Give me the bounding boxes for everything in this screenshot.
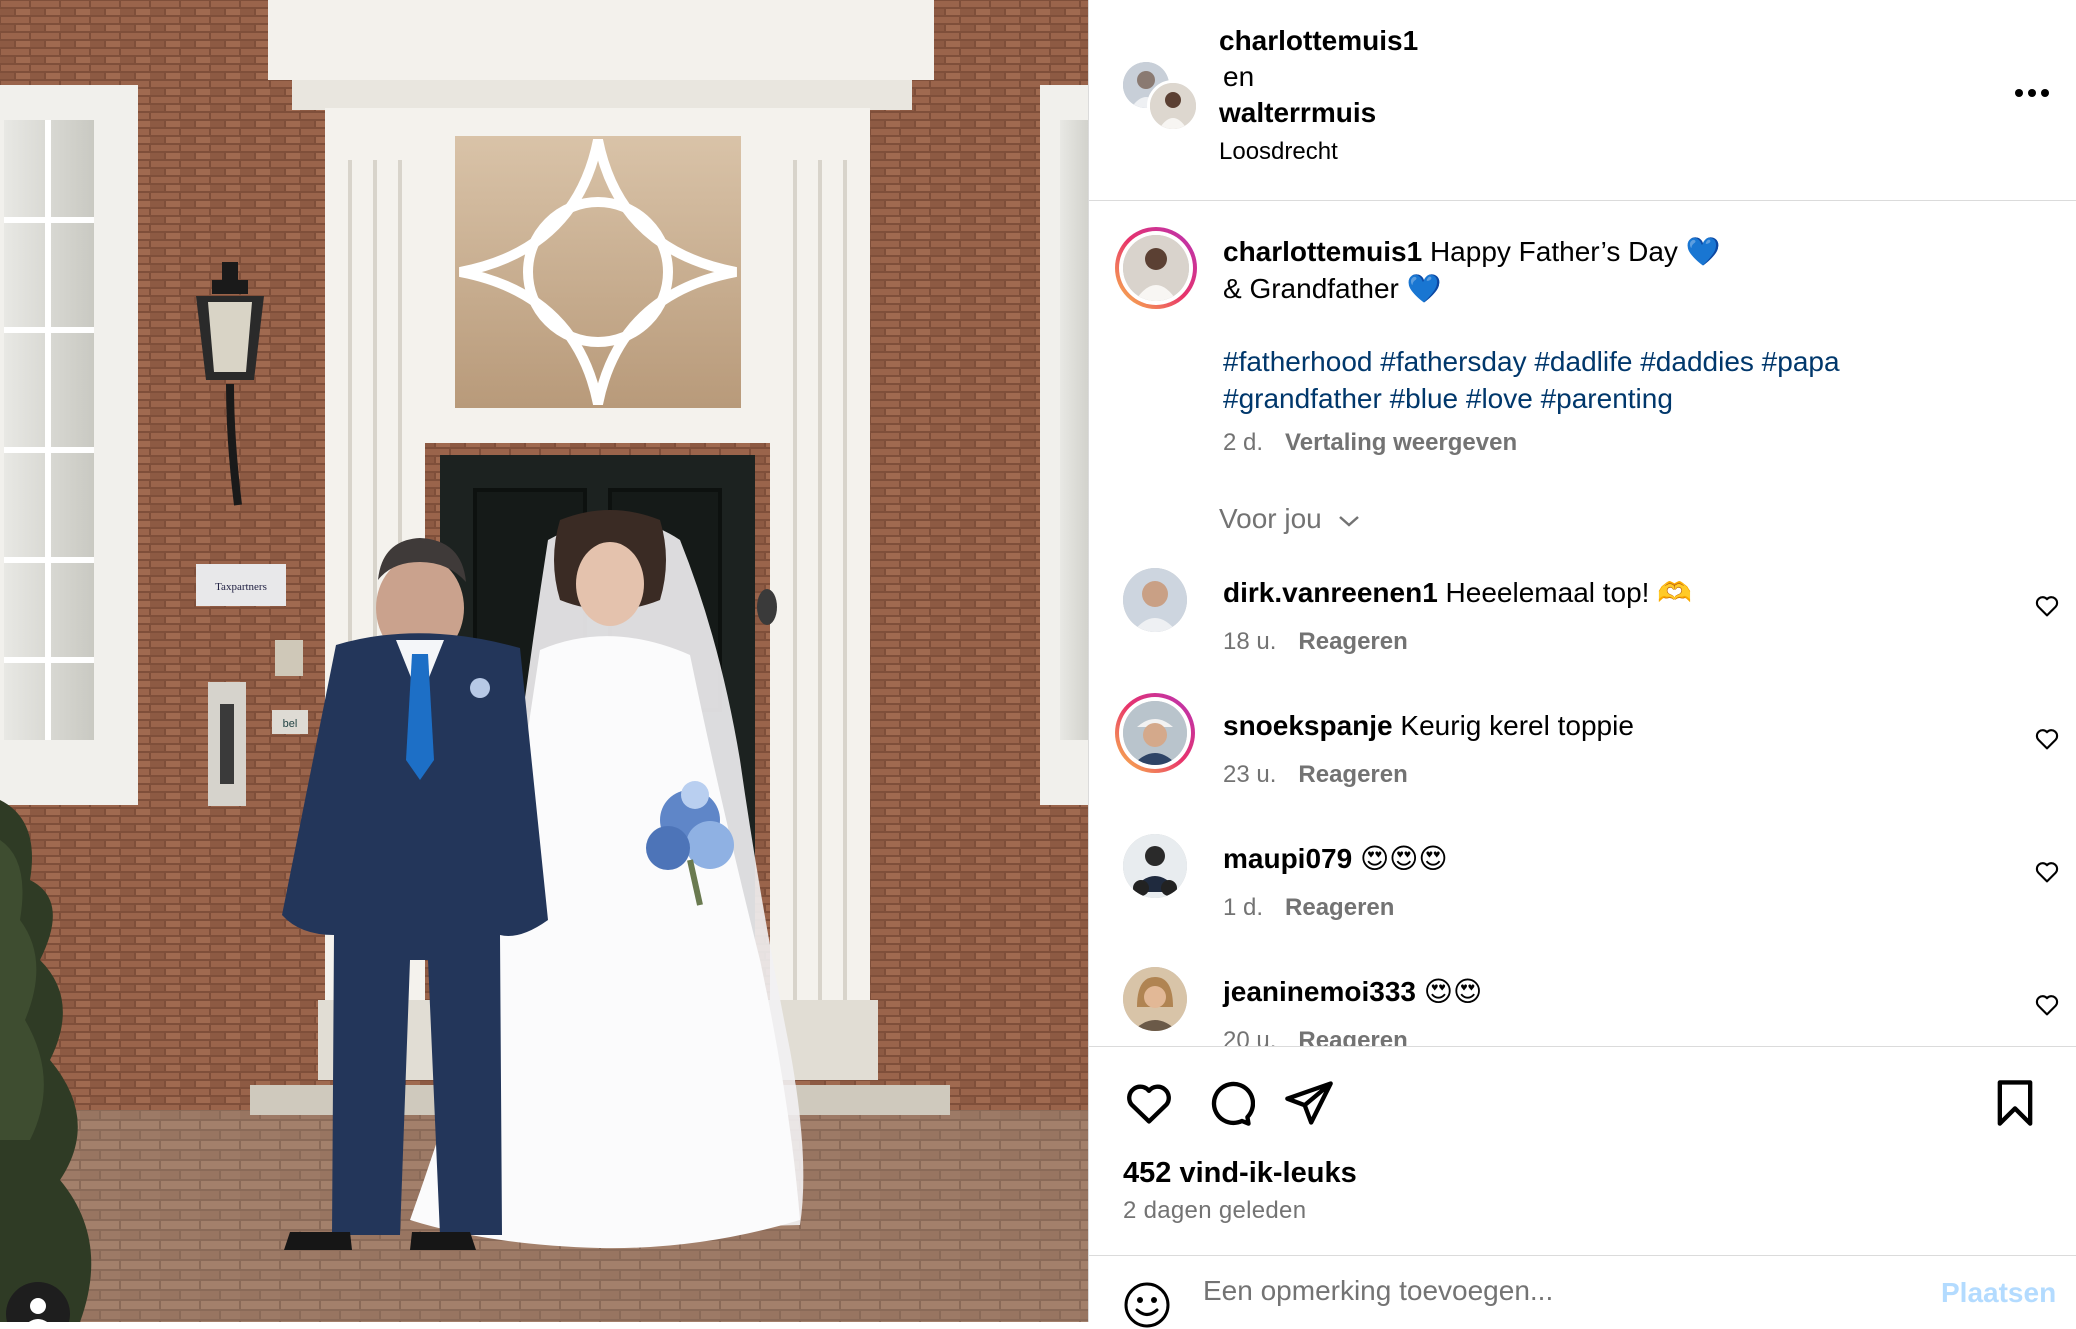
user-tag-icon[interactable] <box>6 1282 70 1322</box>
comment-age: 18 u. <box>1223 628 1277 655</box>
bell-label: bel <box>283 718 298 730</box>
profile-photo-icon <box>1123 568 1187 632</box>
author-username[interactable]: charlottemuis1 <box>1219 25 1418 56</box>
caption-age: 2 d. <box>1223 429 1264 456</box>
post-comment-button[interactable]: Plaatsen <box>1941 1277 2056 1309</box>
reply-button[interactable]: Reageren <box>1285 894 1394 921</box>
comments-scroll-area[interactable]: charlottemuis1 Happy Father’s Day 💙 & Gr… <box>1089 201 2076 1046</box>
comment-filter-dropdown[interactable]: Voor jou <box>1219 503 1360 535</box>
profile-photo-icon <box>1150 83 1196 129</box>
coauthor-username[interactable]: walterrmuis <box>1219 97 1376 128</box>
commenter-username[interactable]: dirk.vanreenen1 <box>1223 577 1438 608</box>
post-header: charlottemuis1 en walterrmuis Loosdrecht <box>1089 0 2076 201</box>
comment-item: maupi079 😍😍😍 1 d. Reageren <box>1089 834 2076 966</box>
coauthor-avatar[interactable] <box>1147 80 1199 132</box>
commenter-username[interactable]: jeaninemoi333 <box>1223 976 1416 1007</box>
comment-item: dirk.vanreenen1 Heeelemaal top! 🫶 18 u. R… <box>1089 568 2076 700</box>
comment-age: 23 u. <box>1223 761 1277 788</box>
hashtag-link[interactable]: #blue <box>1390 383 1459 414</box>
profile-photo-icon <box>1123 834 1187 898</box>
commenter-avatar[interactable] <box>1123 834 1187 898</box>
heart-icon[interactable] <box>2033 725 2061 753</box>
comment-text: 😍😍 <box>1415 976 1483 1007</box>
bookmark-icon[interactable] <box>1989 1077 2041 1129</box>
translate-button[interactable]: Vertaling weergeven <box>1285 429 1517 456</box>
hashtags-line1: #fatherhood #fathersday #dadlife #daddie… <box>1223 343 2023 380</box>
hashtags-line2: #grandfather #blue #love #parenting <box>1223 380 2023 417</box>
author-joiner: en <box>1223 61 1255 92</box>
heart-icon[interactable] <box>2033 592 2061 620</box>
post-location[interactable]: Loosdrecht <box>1219 138 1338 165</box>
chevron-down-icon <box>1338 515 1359 527</box>
comment-input[interactable] <box>1201 1265 1905 1317</box>
commenter-avatar[interactable] <box>1123 967 1187 1031</box>
commenter-avatar-ring[interactable] <box>1115 693 1195 773</box>
commenter-avatar <box>1123 701 1187 765</box>
caption-meta: 2 d. Vertaling weergeven <box>1223 429 1517 457</box>
hashtag-link[interactable]: #parenting <box>1541 383 1673 414</box>
person-icon <box>29 1298 47 1322</box>
add-comment-form: Plaatsen <box>1089 1255 2076 1328</box>
post-date[interactable]: 2 dagen geleden <box>1123 1197 1306 1225</box>
wedding-photo-illustration: Taxpartners bel <box>0 0 1088 1322</box>
heart-icon[interactable] <box>2033 858 2061 886</box>
caption-text-line1: Happy Father’s Day 💙 <box>1422 236 1721 267</box>
reply-button[interactable]: Reageren <box>1298 628 1407 655</box>
hashtag-link[interactable]: #love <box>1466 383 1533 414</box>
caption-username[interactable]: charlottemuis1 <box>1223 236 1422 267</box>
commenter-username[interactable]: snoekspanje <box>1223 710 1393 741</box>
hashtag-link[interactable]: #daddies <box>1640 346 1754 377</box>
hashtag-link[interactable]: #papa <box>1762 346 1840 377</box>
post-photo[interactable]: Taxpartners bel <box>0 0 1088 1322</box>
comment-item: snoekspanje Keurig kerel toppie 23 u. Rea… <box>1089 693 2076 833</box>
caption-avatar <box>1123 235 1189 301</box>
hashtag-link[interactable]: #fatherhood <box>1223 346 1372 377</box>
wall-sign: Taxpartners <box>215 581 267 593</box>
caption-text-line2: & Grandfather 💙 <box>1223 273 1442 304</box>
comment-text: Heeelemaal top! 🫶 <box>1437 577 1693 608</box>
reply-button[interactable]: Reageren <box>1298 1027 1407 1046</box>
profile-photo-icon <box>1123 701 1187 765</box>
comment-text: Keurig kerel toppie <box>1392 710 1634 741</box>
profile-photo-icon <box>1123 235 1189 301</box>
hashtag-link[interactable]: #fathersday <box>1380 346 1526 377</box>
post-actions-bar: 452 vind-ik-leuks 2 dagen geleden <box>1089 1046 2076 1256</box>
comment-item: jeaninemoi333 😍😍 20 u. Reageren <box>1089 967 2076 1046</box>
comment-filter-label: Voor jou <box>1219 503 1322 534</box>
comment-age: 1 d. <box>1223 894 1264 921</box>
likes-count[interactable]: 452 vind-ik-leuks <box>1123 1157 1357 1190</box>
hashtag-link[interactable]: #dadlife <box>1534 346 1632 377</box>
caption: charlottemuis1 Happy Father’s Day 💙 & Gr… <box>1223 233 2023 417</box>
heart-icon[interactable] <box>2033 991 2061 1019</box>
comment-text: 😍😍😍 <box>1352 843 1448 874</box>
send-icon[interactable] <box>1283 1077 1335 1129</box>
more-horizontal-icon[interactable] <box>2014 86 2050 100</box>
caption-avatar-ring[interactable] <box>1115 227 1197 309</box>
post-detail-panel: charlottemuis1 en walterrmuis Loosdrecht <box>1088 0 2076 1328</box>
hashtag-link[interactable]: #grandfather <box>1223 383 1382 414</box>
profile-photo-icon <box>1123 967 1187 1031</box>
comment-age: 20 u. <box>1223 1027 1277 1046</box>
heart-icon[interactable] <box>1123 1077 1175 1129</box>
commenter-username[interactable]: maupi079 <box>1223 843 1352 874</box>
commenter-avatar[interactable] <box>1123 568 1187 632</box>
reply-button[interactable]: Reageren <box>1298 761 1407 788</box>
comment-icon[interactable] <box>1203 1077 1255 1129</box>
